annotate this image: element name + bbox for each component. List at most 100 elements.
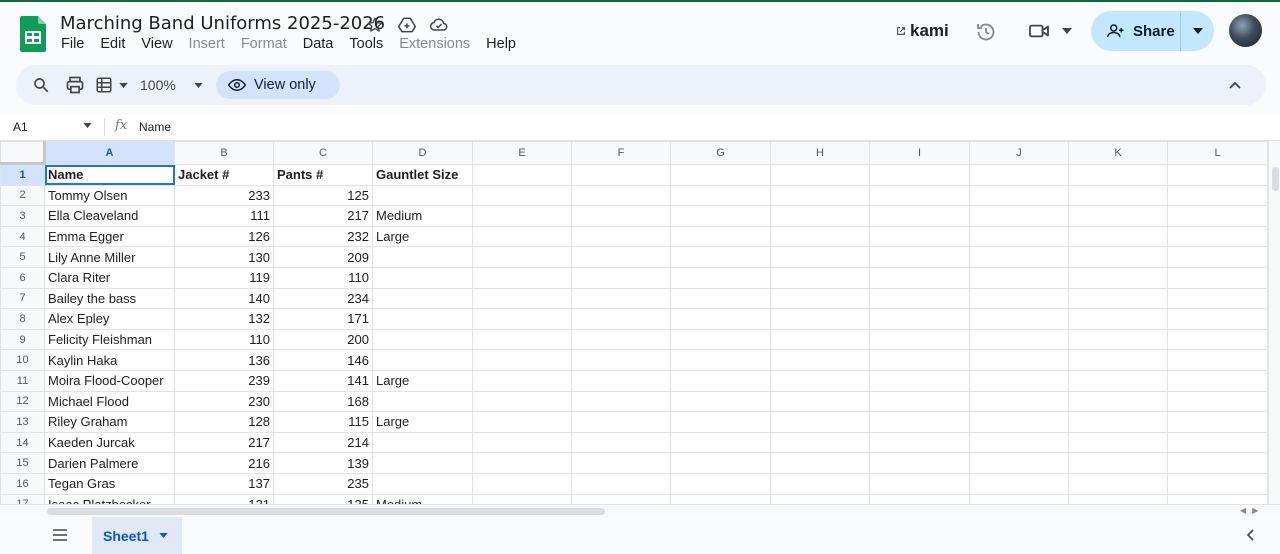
cell-i4[interactable]: [869, 225, 970, 248]
cell-c7[interactable]: 234: [273, 287, 373, 310]
cell-a13[interactable]: Riley Graham: [44, 411, 175, 433]
cell-d9[interactable]: [372, 328, 473, 351]
cell-i7[interactable]: [869, 287, 970, 310]
cell-c5[interactable]: 209: [273, 246, 373, 268]
menu-file[interactable]: File: [53, 36, 92, 52]
cell-k5[interactable]: [1068, 246, 1168, 268]
column-header-h[interactable]: H: [770, 141, 870, 165]
cell-c4[interactable]: 232: [273, 225, 373, 248]
cell-e4[interactable]: [472, 225, 572, 248]
cell-a12[interactable]: Michael Flood: [44, 390, 175, 413]
cell-h16[interactable]: [770, 472, 870, 495]
menu-format[interactable]: Format: [233, 36, 295, 52]
cell-h17[interactable]: [770, 493, 870, 504]
cell-c3[interactable]: 217: [273, 205, 373, 227]
cell-j9[interactable]: [969, 328, 1069, 351]
cell-a7[interactable]: Bailey the bass: [44, 287, 175, 310]
cell-k13[interactable]: [1068, 411, 1168, 433]
menu-data[interactable]: Data: [295, 36, 342, 52]
cell-h6[interactable]: [770, 266, 870, 289]
cell-j8[interactable]: [969, 308, 1069, 330]
cell-d16[interactable]: [372, 472, 473, 495]
cell-k17[interactable]: [1068, 493, 1168, 504]
cell-l12[interactable]: [1167, 390, 1268, 413]
chevron-down-icon[interactable]: [159, 533, 168, 538]
row-header[interactable]: 16: [0, 472, 45, 495]
cell-d13[interactable]: Large: [372, 411, 473, 433]
cell-c8[interactable]: 171: [273, 308, 373, 330]
cell-a1[interactable]: Name: [44, 164, 175, 186]
cell-d10[interactable]: [372, 349, 473, 371]
chevron-down-icon[interactable]: [83, 123, 92, 128]
cell-g2[interactable]: [670, 184, 771, 207]
cell-b16[interactable]: 137: [174, 472, 274, 495]
cell-f12[interactable]: [571, 390, 671, 413]
row-header[interactable]: 15: [0, 452, 45, 474]
cell-c15[interactable]: 139: [273, 452, 373, 474]
cell-i16[interactable]: [869, 472, 970, 495]
cell-b1[interactable]: Jacket #: [174, 164, 274, 186]
cell-a8[interactable]: Alex Epley: [44, 308, 175, 330]
cell-e17[interactable]: [472, 493, 572, 504]
cell-f4[interactable]: [571, 225, 671, 248]
scroll-left-icon[interactable]: ◀: [1240, 506, 1246, 515]
cell-f11[interactable]: [571, 369, 671, 392]
menu-extensions[interactable]: Extensions: [391, 36, 478, 52]
row-header[interactable]: 11: [0, 369, 45, 392]
cell-i12[interactable]: [869, 390, 970, 413]
cell-a4[interactable]: Emma Egger: [44, 225, 175, 248]
move-to-drive-icon[interactable]: [396, 14, 418, 36]
cell-a3[interactable]: Ella Cleaveland: [44, 205, 175, 227]
cell-e14[interactable]: [472, 431, 572, 454]
cell-l10[interactable]: [1167, 349, 1268, 371]
menu-insert[interactable]: Insert: [181, 36, 233, 52]
cell-d17[interactable]: Medium: [372, 493, 473, 504]
cell-j14[interactable]: [969, 431, 1069, 454]
cell-e13[interactable]: [472, 411, 572, 433]
cell-b2[interactable]: 233: [174, 184, 274, 207]
cell-g12[interactable]: [670, 390, 771, 413]
cell-k2[interactable]: [1068, 184, 1168, 207]
cell-a5[interactable]: Lily Anne Miller: [44, 246, 175, 268]
row-header[interactable]: 3: [0, 205, 45, 227]
cell-h2[interactable]: [770, 184, 870, 207]
cell-k15[interactable]: [1068, 452, 1168, 474]
cell-g1[interactable]: [670, 164, 771, 186]
cell-e6[interactable]: [472, 266, 572, 289]
cell-a11[interactable]: Moira Flood-Cooper: [44, 369, 175, 392]
spreadsheet-grid[interactable]: ABCDEFGHIJKL 1 Name Jacket # Pants # Gauntle…: [0, 141, 1268, 504]
cell-g9[interactable]: [670, 328, 771, 351]
cell-j5[interactable]: [969, 246, 1069, 268]
cell-g14[interactable]: [670, 431, 771, 454]
cell-j1[interactable]: [969, 164, 1069, 186]
vertical-scroll-thumb[interactable]: [1272, 167, 1279, 191]
cell-l7[interactable]: [1167, 287, 1268, 310]
cell-d3[interactable]: Medium: [372, 205, 473, 227]
cell-k10[interactable]: [1068, 349, 1168, 371]
cell-i10[interactable]: [869, 349, 970, 371]
cell-f16[interactable]: [571, 472, 671, 495]
cell-f14[interactable]: [571, 431, 671, 454]
cell-j10[interactable]: [969, 349, 1069, 371]
cell-e10[interactable]: [472, 349, 572, 371]
cell-j17[interactable]: [969, 493, 1069, 504]
cell-d8[interactable]: [372, 308, 473, 330]
cell-g16[interactable]: [670, 472, 771, 495]
cell-c14[interactable]: 214: [273, 431, 373, 454]
cell-l14[interactable]: [1167, 431, 1268, 454]
cell-f3[interactable]: [571, 205, 671, 227]
cell-h5[interactable]: [770, 246, 870, 268]
cell-g15[interactable]: [670, 452, 771, 474]
column-header-j[interactable]: J: [969, 141, 1069, 165]
menu-view[interactable]: View: [133, 36, 180, 52]
cell-g8[interactable]: [670, 308, 771, 330]
cell-i14[interactable]: [869, 431, 970, 454]
cell-l6[interactable]: [1167, 266, 1268, 289]
cell-e9[interactable]: [472, 328, 572, 351]
cell-a16[interactable]: Tegan Gras: [44, 472, 175, 495]
cell-d2[interactable]: [372, 184, 473, 207]
cell-h14[interactable]: [770, 431, 870, 454]
row-header[interactable]: 8: [0, 308, 45, 330]
cell-g13[interactable]: [670, 411, 771, 433]
cell-b17[interactable]: 121: [174, 493, 274, 504]
